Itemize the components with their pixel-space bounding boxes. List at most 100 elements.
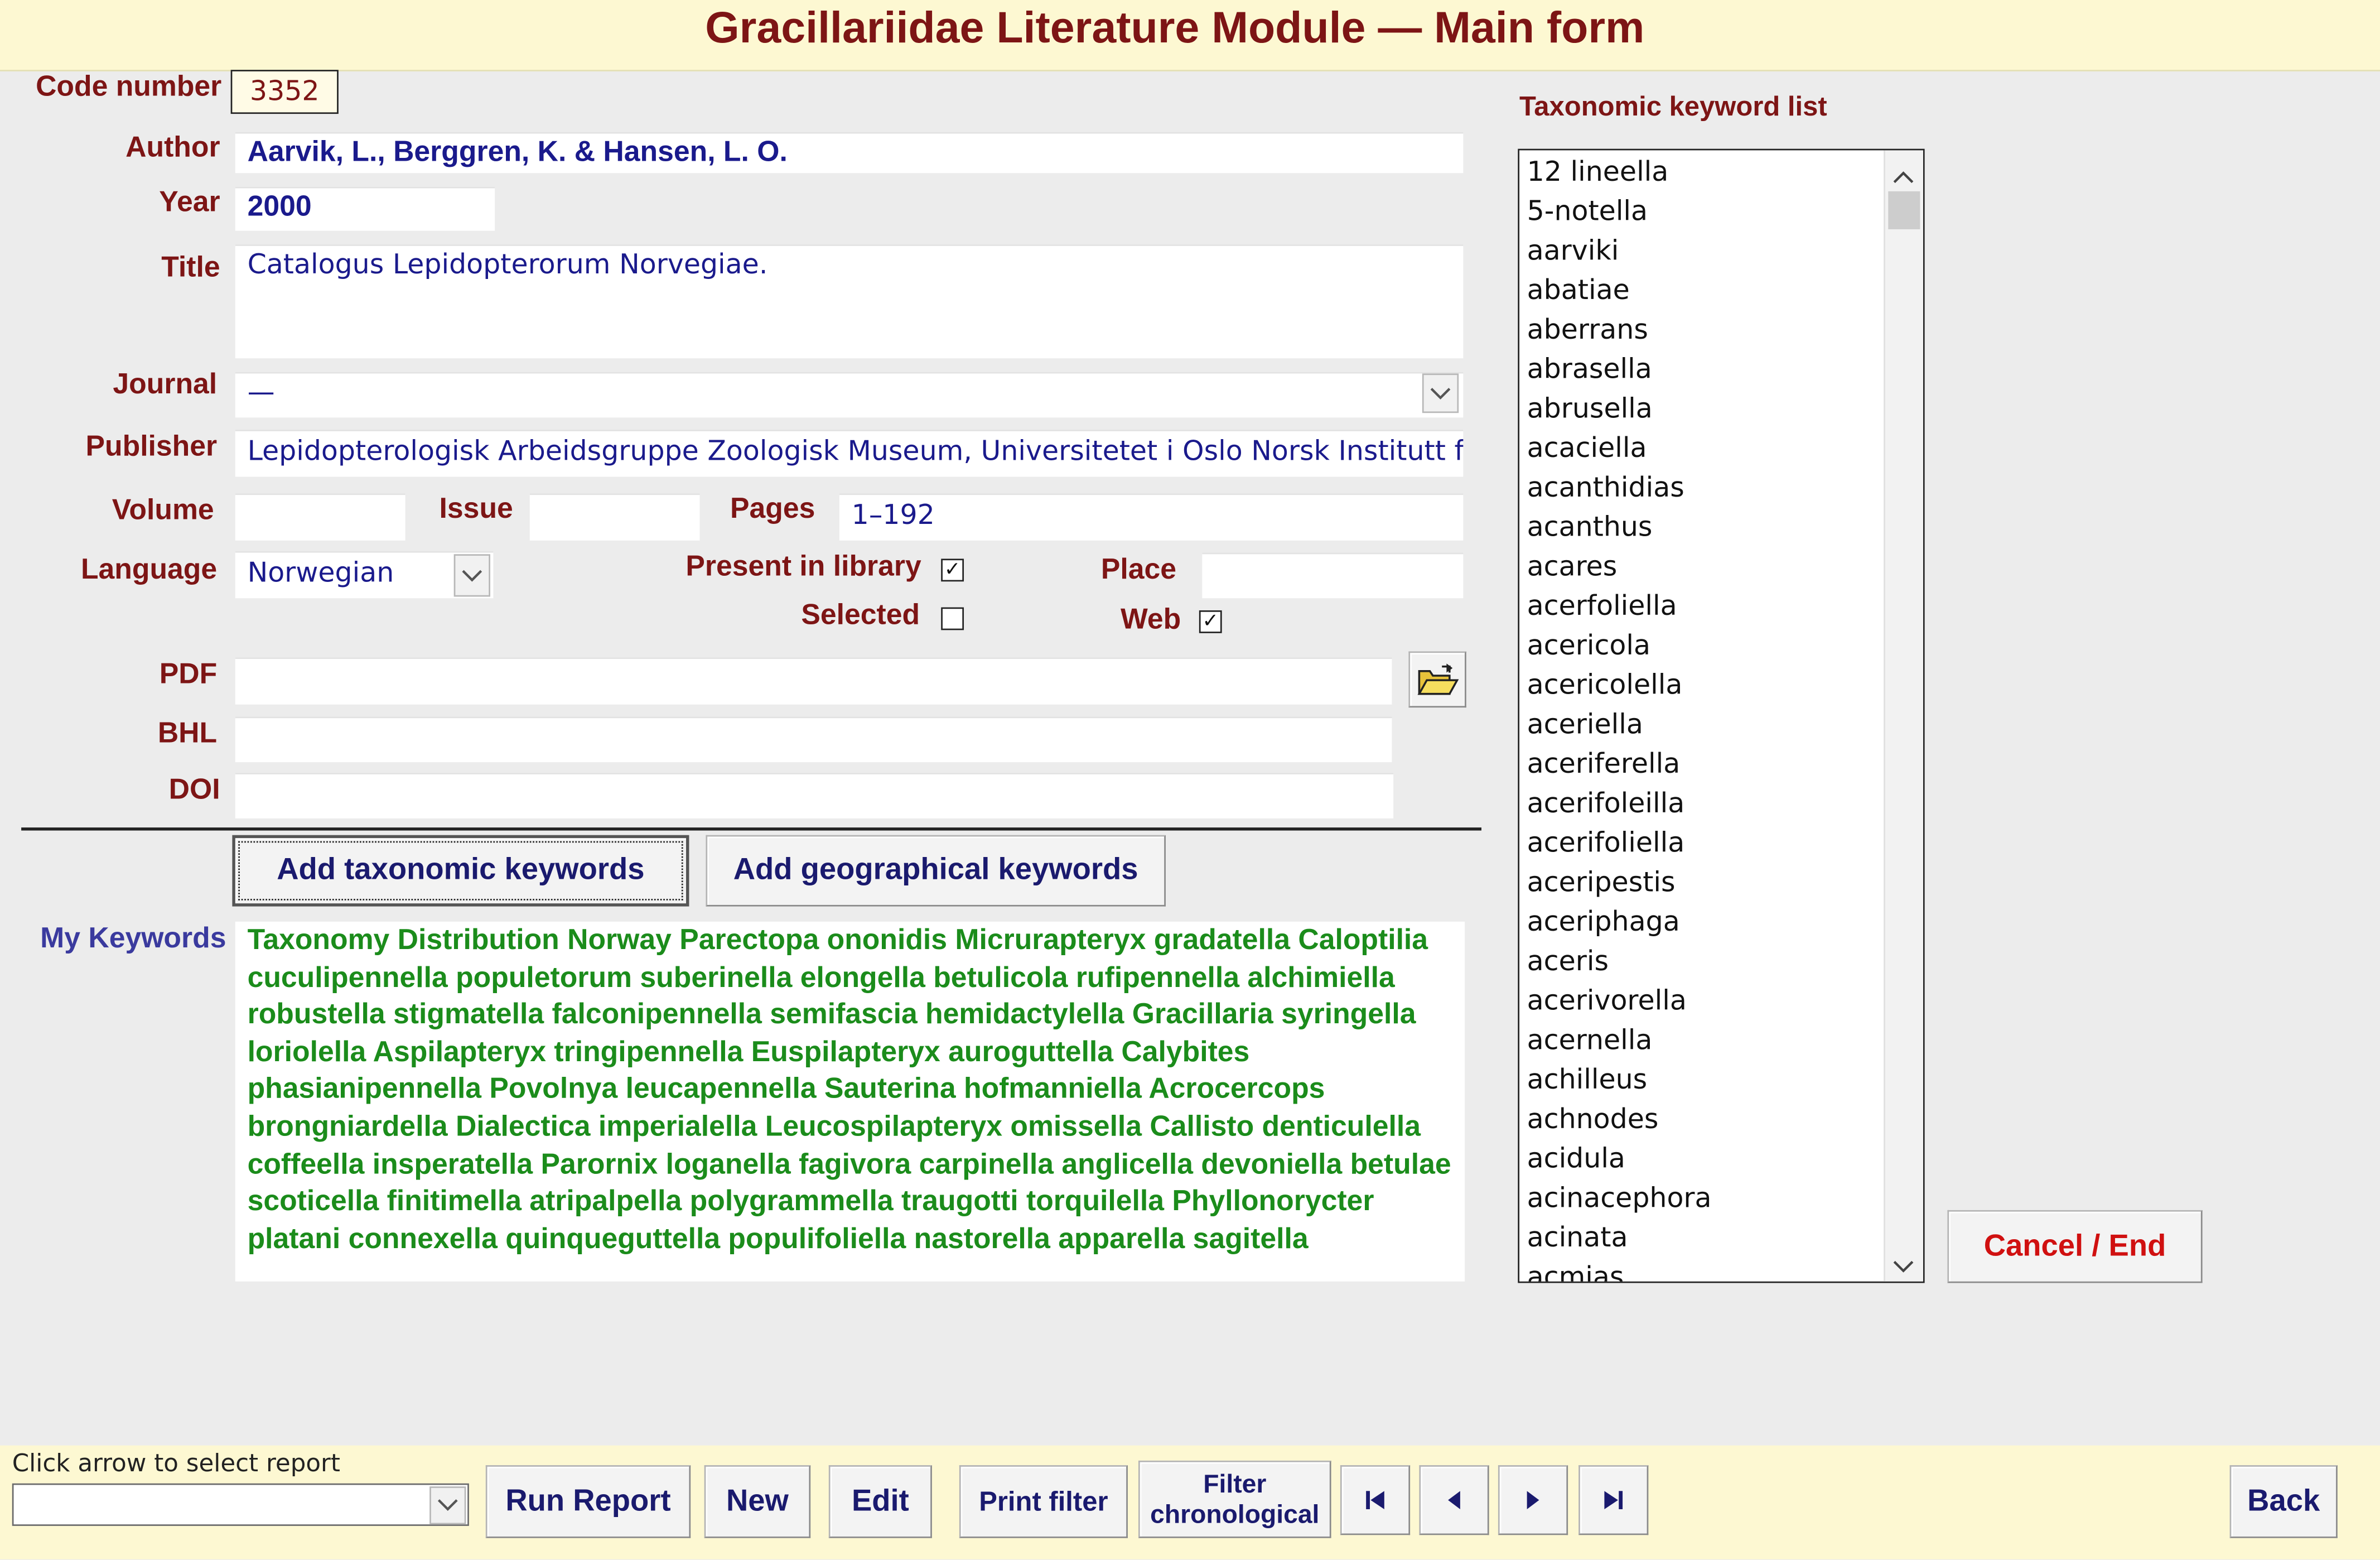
pages-field[interactable]: 1–192	[839, 493, 1464, 541]
chevron-down-icon	[437, 1499, 458, 1511]
author-label: Author	[125, 132, 220, 164]
issue-field[interactable]	[529, 493, 700, 541]
selected-label: Selected	[801, 599, 920, 632]
list-item[interactable]: acares	[1519, 548, 1885, 588]
scroll-up-icon	[1893, 171, 1914, 184]
list-item[interactable]: acericolella	[1519, 667, 1885, 706]
run-report-button[interactable]: Run Report	[485, 1465, 691, 1538]
previous-record-icon	[1448, 1491, 1460, 1509]
list-item[interactable]: abatiae	[1519, 272, 1885, 311]
journal-label: Journal	[113, 369, 218, 401]
list-item[interactable]: aceriphaga	[1519, 903, 1885, 943]
open-folder-icon	[1417, 662, 1459, 695]
new-button[interactable]: New	[704, 1465, 811, 1538]
title-label: Title	[161, 252, 220, 284]
year-field[interactable]: 2000	[235, 186, 495, 231]
journal-combo[interactable]: —	[235, 372, 1464, 418]
selected-checkbox[interactable]	[941, 607, 964, 630]
scroll-up-button[interactable]	[1893, 161, 1914, 190]
publisher-label: Publisher	[85, 431, 218, 463]
list-item[interactable]: acanthus	[1519, 509, 1885, 548]
list-item[interactable]: aceris	[1519, 943, 1885, 983]
taxonomic-keyword-list[interactable]: 12 lineella 5-notella aarviki abatiae ab…	[1518, 148, 1925, 1283]
code-number-label: Code number	[36, 71, 222, 104]
previous-record-button[interactable]	[1419, 1465, 1489, 1535]
window-header: Gracillariidae Literature Module — Main …	[0, 0, 2380, 71]
list-item[interactable]: abrusella	[1519, 390, 1885, 430]
place-field[interactable]	[1202, 552, 1464, 599]
web-checkbox[interactable]: ✓	[1199, 610, 1222, 633]
last-record-icon	[1604, 1491, 1623, 1509]
section-divider	[21, 827, 1481, 831]
list-item[interactable]: aarviki	[1519, 232, 1885, 272]
pdf-label: PDF	[159, 659, 218, 691]
doi-field[interactable]	[235, 773, 1394, 818]
list-scrollbar[interactable]	[1884, 150, 1923, 1282]
my-keywords-field[interactable]: Taxonomy Distribution Norway Parectopa o…	[235, 921, 1465, 1282]
print-filter-button[interactable]: Print filter	[959, 1465, 1128, 1538]
author-field[interactable]: Aarvik, L., Berggren, K. & Hansen, L. O.	[235, 132, 1464, 174]
year-label: Year	[159, 186, 220, 219]
code-number-field: 3352	[230, 70, 339, 114]
list-item[interactable]: acerivorella	[1519, 983, 1885, 1022]
last-record-button[interactable]	[1578, 1465, 1649, 1535]
publisher-field[interactable]: Lepidopterologisk Arbeidsgruppe Zoologis…	[235, 430, 1464, 477]
edit-button[interactable]: Edit	[828, 1465, 932, 1538]
filter-chronological-button[interactable]: Filter chronological	[1138, 1460, 1331, 1538]
add-geographical-keywords-button[interactable]: Add geographical keywords	[706, 835, 1166, 907]
list-item[interactable]: acerifoliella	[1519, 825, 1885, 864]
list-item[interactable]: acernella	[1519, 1022, 1885, 1061]
footer-toolbar: Click arrow to select report Run Report …	[0, 1445, 2380, 1559]
list-item[interactable]: acaciella	[1519, 430, 1885, 469]
list-item[interactable]: acinacephora	[1519, 1179, 1885, 1219]
volume-label: Volume	[112, 495, 214, 527]
next-record-button[interactable]	[1498, 1465, 1568, 1535]
web-label: Web	[1120, 604, 1181, 637]
back-button[interactable]: Back	[2229, 1465, 2338, 1538]
browse-pdf-button[interactable]	[1408, 651, 1466, 708]
present-in-library-checkbox[interactable]: ✓	[941, 558, 964, 582]
bhl-label: BHL	[157, 718, 218, 750]
list-item[interactable]: abrasella	[1519, 351, 1885, 391]
journal-dropdown-button[interactable]	[1422, 373, 1459, 413]
title-field[interactable]: Catalogus Lepidopterorum Norvegiae.	[235, 244, 1464, 359]
scroll-down-icon	[1893, 1260, 1914, 1273]
list-item[interactable]: 12 lineella	[1519, 153, 1885, 193]
my-keywords-label: My Keywords	[40, 923, 226, 955]
issue-label: Issue	[439, 493, 513, 526]
list-item[interactable]: acericola	[1519, 627, 1885, 667]
list-item[interactable]: acerfoliella	[1519, 588, 1885, 627]
report-hint: Click arrow to select report	[12, 1448, 340, 1477]
list-item[interactable]: acinata	[1519, 1219, 1885, 1259]
list-item[interactable]: acmias	[1519, 1259, 1885, 1281]
doi-label: DOI	[168, 774, 220, 807]
present-in-library-label: Present in library	[685, 551, 921, 583]
first-record-icon	[1366, 1491, 1384, 1509]
list-item[interactable]: acerifoleilla	[1519, 785, 1885, 825]
language-dropdown-button[interactable]	[453, 554, 490, 597]
report-select[interactable]	[12, 1483, 469, 1526]
bhl-field[interactable]	[235, 716, 1392, 763]
volume-field[interactable]	[235, 493, 405, 541]
first-record-button[interactable]	[1340, 1465, 1411, 1535]
place-label: Place	[1100, 554, 1177, 586]
cancel-end-button[interactable]: Cancel / End	[1947, 1210, 2203, 1283]
list-item[interactable]: achnodes	[1519, 1101, 1885, 1140]
filter-chronological-line2: chronological	[1150, 1499, 1320, 1528]
list-item[interactable]: aceriferella	[1519, 745, 1885, 785]
list-item[interactable]: aberrans	[1519, 311, 1885, 351]
scroll-thumb[interactable]	[1888, 191, 1920, 229]
report-dropdown-button[interactable]	[429, 1486, 466, 1525]
list-item[interactable]: aceriella	[1519, 706, 1885, 745]
add-taxonomic-keywords-button[interactable]: Add taxonomic keywords	[232, 835, 689, 907]
list-item[interactable]: acidula	[1519, 1140, 1885, 1180]
pages-label: Pages	[730, 493, 815, 526]
list-item[interactable]: acanthidias	[1519, 469, 1885, 509]
list-item[interactable]: 5-notella	[1519, 193, 1885, 233]
language-label: Language	[80, 554, 218, 586]
window-title: Gracillariidae Literature Module — Main …	[705, 4, 1645, 54]
pdf-field[interactable]	[235, 657, 1392, 705]
scroll-down-button[interactable]	[1893, 1251, 1914, 1280]
list-item[interactable]: achilleus	[1519, 1061, 1885, 1101]
list-item[interactable]: aceripestis	[1519, 864, 1885, 903]
